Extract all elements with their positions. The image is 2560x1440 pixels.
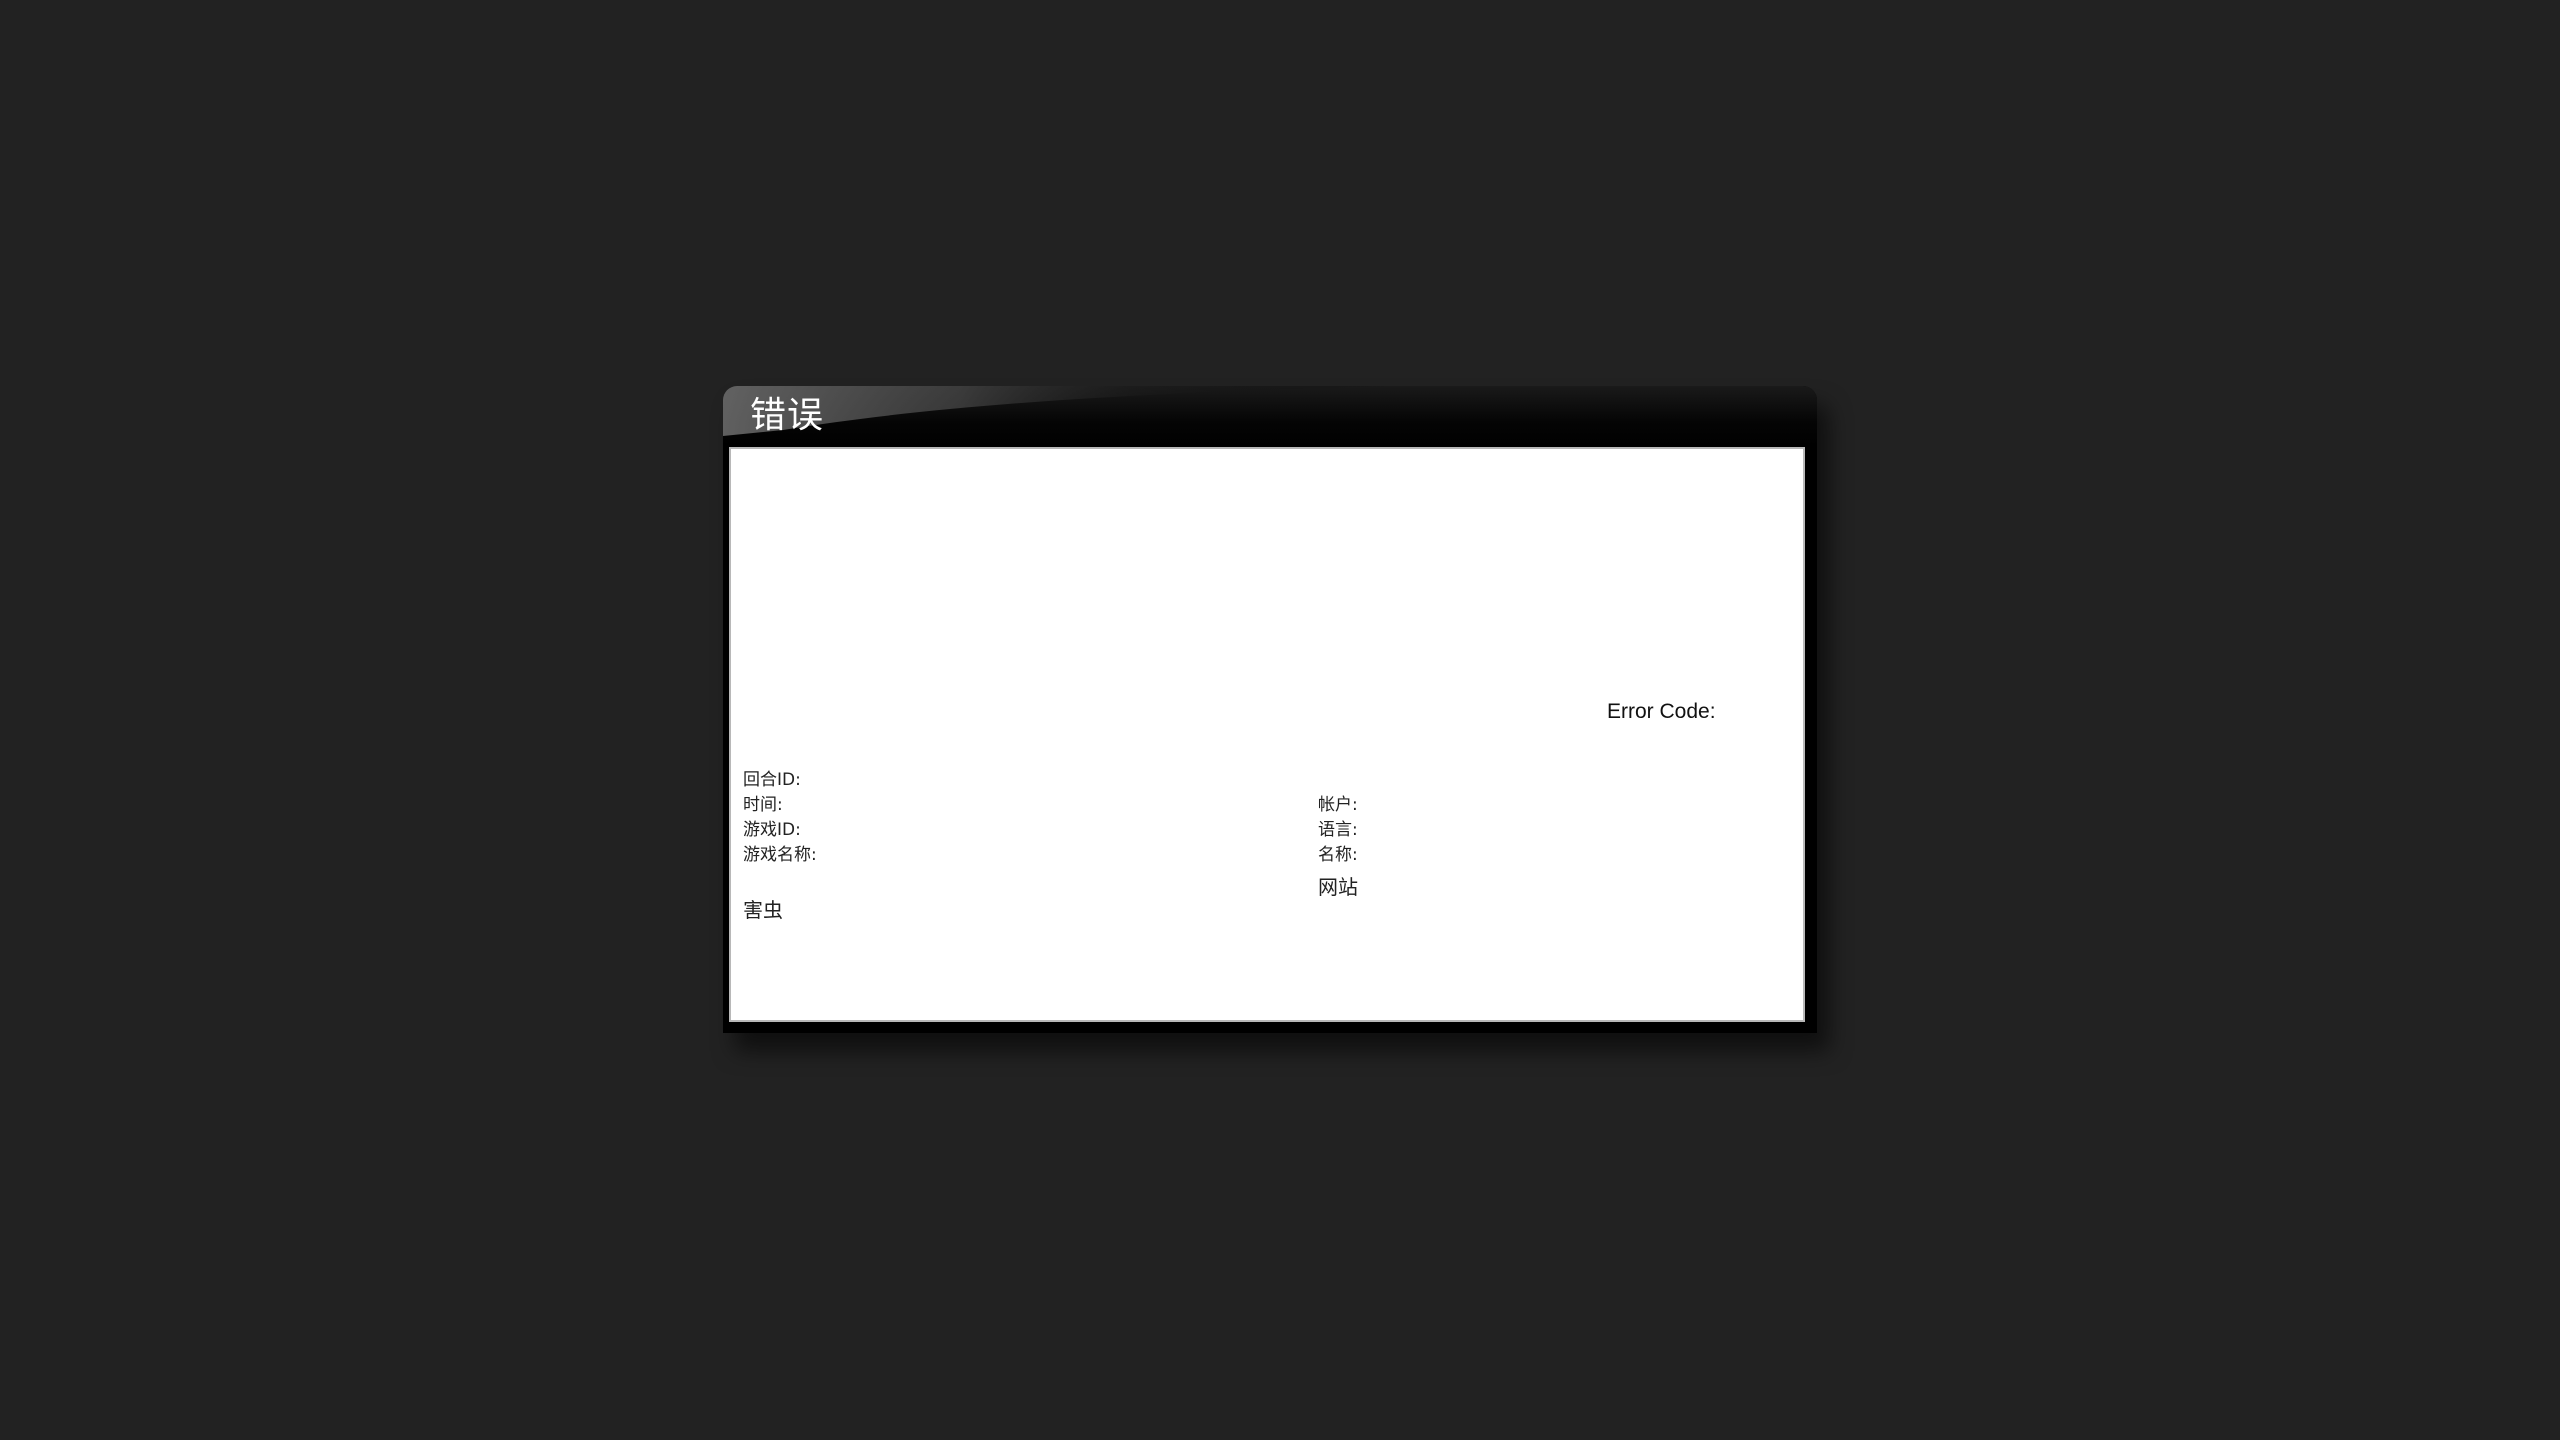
game-name-label: 游戏名称: (743, 845, 817, 865)
pest-link[interactable]: 害虫 (743, 894, 783, 923)
dialog-title: 错误 (750, 395, 825, 436)
left-info-column: 回合ID: 时间: 游戏ID: 游戏名称: (743, 768, 817, 868)
website-link[interactable]: 网站 (1318, 871, 1358, 900)
name-label: 名称: (1318, 845, 1358, 865)
dialog-content: Error Code: 回合ID: 时间: 游戏ID: 游戏名称: 帐户: 语言… (729, 447, 1805, 1022)
round-id-label: 回合ID: (743, 770, 801, 790)
titlebar-gloss (723, 386, 1403, 436)
time-label: 时间: (743, 795, 783, 815)
error-code-label: Error Code: (1607, 700, 1716, 723)
dialog-titlebar: 错误 (723, 386, 1817, 446)
account-label: 帐户: (1318, 795, 1358, 815)
language-label: 语言: (1318, 820, 1358, 840)
game-id-label: 游戏ID: (743, 820, 801, 840)
error-dialog: 错误 Error Code: 回合ID: 时间: 游戏ID: 游戏名称: 帐户:… (723, 386, 1817, 1033)
right-info-column: 帐户: 语言: 名称: (1318, 793, 1358, 868)
